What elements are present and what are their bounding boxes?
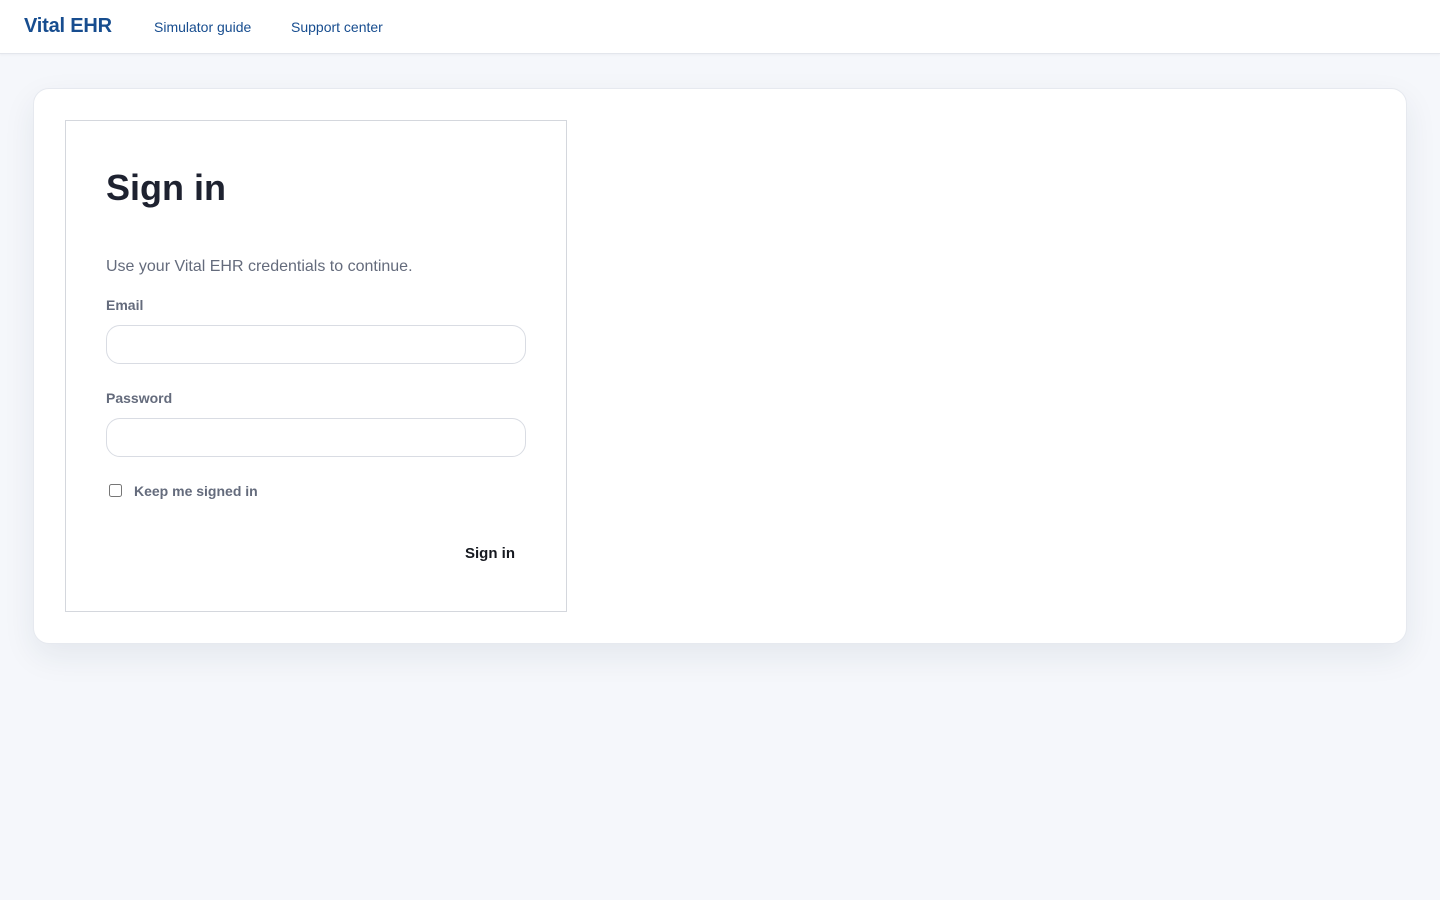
nav-link-support-center[interactable]: Support center	[291, 19, 383, 35]
nav-link-simulator-guide[interactable]: Simulator guide	[154, 19, 251, 35]
keep-signed-in-checkbox[interactable]	[109, 484, 122, 497]
brand-logo-link[interactable]: Vital EHR	[24, 15, 112, 38]
signin-subtitle: Use your Vital EHR credentials to contin…	[106, 258, 413, 275]
signin-form-panel: Sign in Use your Vital EHR credentials t…	[65, 120, 567, 612]
password-input[interactable]	[106, 418, 526, 457]
email-input[interactable]	[106, 325, 526, 364]
email-label: Email	[106, 297, 144, 313]
password-label: Password	[106, 390, 173, 406]
keep-signed-in-label[interactable]: Keep me signed in	[134, 483, 258, 499]
main-card: Sign in Use your Vital EHR credentials t…	[33, 88, 1407, 644]
signin-button[interactable]: Sign in	[444, 539, 536, 567]
signin-title: Sign in	[106, 167, 226, 208]
top-navigation-bar: Vital EHR Simulator guide Support center	[0, 0, 1440, 54]
